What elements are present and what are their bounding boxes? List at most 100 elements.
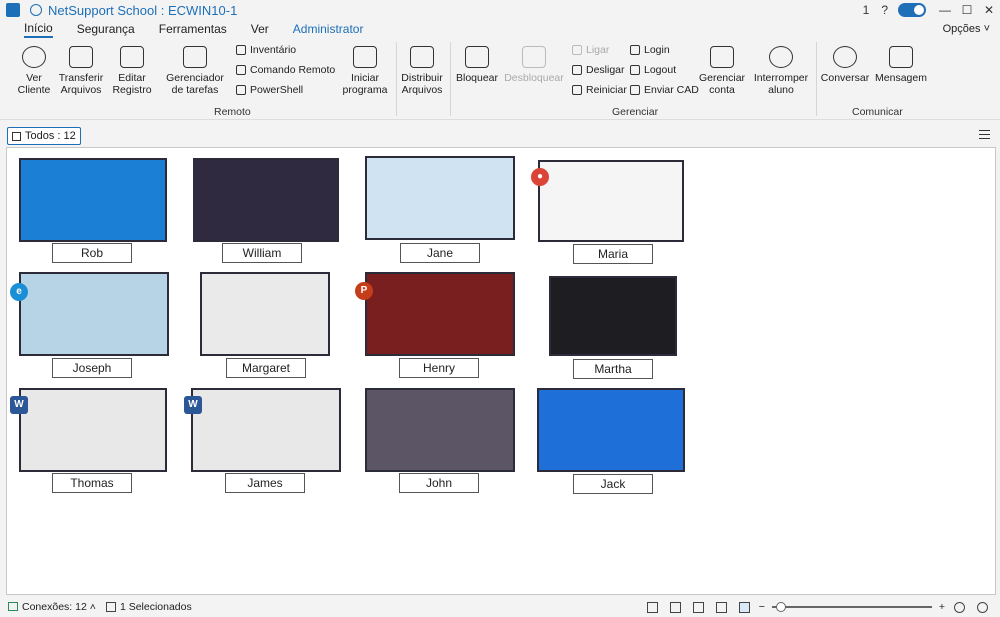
tab-ver[interactable]: Ver: [251, 22, 269, 37]
client-name-jack[interactable]: Jack: [573, 474, 653, 494]
transferir-arquivos-button[interactable]: Transferir Arquivos: [58, 42, 104, 96]
group-label-gerenciar: Gerenciar: [612, 106, 659, 118]
powershell-button[interactable]: PowerShell: [236, 84, 303, 96]
netsupport-icon: [30, 4, 42, 16]
mensagem-button[interactable]: Mensagem: [874, 42, 928, 84]
tab-inicio[interactable]: Início: [24, 21, 53, 38]
inventario-button[interactable]: Inventário: [236, 44, 296, 56]
editar-registro-button[interactable]: Editar Registro: [108, 42, 156, 96]
power-on-icon: [572, 45, 582, 55]
interrupt-icon: [769, 46, 793, 68]
folder-icon: [69, 46, 93, 68]
ligar-button[interactable]: Ligar: [572, 44, 609, 56]
client-name-william[interactable]: William: [222, 243, 302, 263]
reiniciar-label: Reiniciar: [586, 84, 627, 96]
desbloquear-button[interactable]: Desbloquear: [504, 42, 564, 84]
details-view-button[interactable]: [715, 601, 727, 613]
mensagem-label: Mensagem: [875, 72, 927, 84]
zoom-slider-handle[interactable]: [775, 602, 786, 612]
status-bar: Conexões: 12 ˄ 1 Selecionados − +: [0, 596, 1000, 617]
connections-label[interactable]: Conexões: 12: [22, 601, 87, 613]
notification-count[interactable]: 1: [863, 3, 870, 17]
desligar-label: Desligar: [586, 64, 625, 76]
editar-label: Editar Registro: [112, 72, 152, 96]
desbloquear-label: Desbloquear: [504, 72, 564, 84]
filter-bar: Todos : 12: [0, 124, 1000, 146]
login-button[interactable]: Login: [630, 44, 670, 56]
gerenciar-conta-button[interactable]: Gerenciar conta: [698, 42, 746, 96]
client-thumbnail-joseph[interactable]: [19, 272, 169, 356]
word-icon: W: [10, 396, 28, 414]
client-name-martha[interactable]: Martha: [573, 359, 653, 379]
login-label: Login: [644, 44, 670, 56]
selected-count: 1 Selecionados: [119, 600, 192, 613]
client-name-maria[interactable]: Maria: [573, 244, 653, 264]
bloquear-button[interactable]: Bloquear: [454, 42, 500, 84]
help-icon[interactable]: ?: [881, 3, 888, 17]
interromper-aluno-button[interactable]: Interromper aluno: [752, 42, 810, 96]
logout-button[interactable]: Logout: [630, 64, 676, 76]
enviar-cad-button[interactable]: Enviar CAD: [630, 84, 699, 96]
client-name-margaret[interactable]: Margaret: [226, 358, 306, 378]
maximize-button[interactable]: ☐: [956, 3, 978, 17]
enviar-cad-label: Enviar CAD: [644, 84, 699, 96]
tab-seguranca[interactable]: Segurança: [77, 22, 135, 37]
client-name-rob[interactable]: Rob: [52, 243, 132, 263]
reiniciar-button[interactable]: Reiniciar: [572, 84, 627, 96]
client-name-john[interactable]: John: [399, 473, 479, 493]
hamburger-menu-icon[interactable]: [979, 130, 990, 139]
divider: [450, 42, 451, 116]
gerenciador-label: Gerenciador de tarefas: [166, 72, 224, 96]
client-thumbnail-jane[interactable]: [365, 156, 515, 240]
zoom-slider[interactable]: [771, 602, 932, 612]
large-icons-view-button[interactable]: [646, 601, 658, 613]
client-name-joseph[interactable]: Joseph: [52, 358, 132, 378]
close-button[interactable]: ✕: [978, 3, 1000, 17]
gerenciador-tarefas-button[interactable]: Gerenciador de tarefas: [160, 42, 230, 96]
conversar-button[interactable]: Conversar: [820, 42, 870, 84]
inventario-label: Inventário: [250, 44, 297, 56]
tab-ferramentas[interactable]: Ferramentas: [159, 22, 227, 37]
ver-cliente-button[interactable]: Ver Cliente: [12, 42, 56, 96]
group-label-comunicar: Comunicar: [852, 106, 903, 118]
comando-remoto-button[interactable]: Comando Remoto: [236, 64, 335, 76]
iniciar-programa-button[interactable]: Iniciar programa: [338, 42, 392, 96]
client-thumbnail-maria[interactable]: [538, 160, 684, 242]
comando-label: Comando Remoto: [250, 64, 336, 76]
restart-icon: [572, 85, 582, 95]
toggle-switch[interactable]: [898, 3, 926, 17]
client-thumbnail-rob[interactable]: [19, 158, 167, 242]
client-thumbnail-thomas[interactable]: [19, 388, 167, 472]
client-thumbnail-margaret[interactable]: [200, 272, 330, 356]
todos-filter[interactable]: Todos : 12: [7, 127, 81, 145]
client-thumbnail-james[interactable]: [191, 388, 341, 472]
client-thumbnail-jack[interactable]: [537, 388, 685, 472]
options-menu[interactable]: Opções ˅: [943, 23, 990, 35]
task-manager-icon: [183, 46, 207, 68]
distribuir-arquivos-button[interactable]: Distribuir Arquivos: [398, 42, 446, 96]
client-thumbnail-william[interactable]: [193, 158, 339, 242]
keyboard-icon: [630, 85, 640, 95]
menu-bar: Início Segurança Ferramentas Ver Adminis…: [0, 20, 1000, 38]
magnifier-icon[interactable]: [977, 601, 988, 613]
client-name-jane[interactable]: Jane: [400, 243, 480, 263]
client-name-thomas[interactable]: Thomas: [52, 473, 132, 493]
zoom-out-icon[interactable]: −: [759, 601, 765, 613]
client-thumbnail-martha[interactable]: [549, 276, 677, 356]
minimize-button[interactable]: —: [934, 3, 956, 17]
desligar-button[interactable]: Desligar: [572, 64, 625, 76]
tab-administrator[interactable]: Administrator: [293, 22, 364, 37]
zoom-in-icon[interactable]: +: [939, 601, 945, 613]
client-name-james[interactable]: James: [225, 473, 305, 493]
thumbnail-view-button[interactable]: [738, 601, 750, 613]
client-name-henry[interactable]: Henry: [399, 358, 479, 378]
fit-icon[interactable]: [954, 601, 965, 613]
auto-arrange-button[interactable]: [692, 601, 704, 613]
client-thumbnail-john[interactable]: [365, 388, 515, 472]
logout-label: Logout: [644, 64, 677, 76]
logout-icon: [630, 65, 640, 75]
small-icons-view-button[interactable]: [669, 601, 681, 613]
client-thumbnail-henry[interactable]: [365, 272, 515, 356]
chevron-up-icon[interactable]: ˄: [90, 601, 96, 613]
powershell-label: PowerShell: [250, 84, 304, 96]
